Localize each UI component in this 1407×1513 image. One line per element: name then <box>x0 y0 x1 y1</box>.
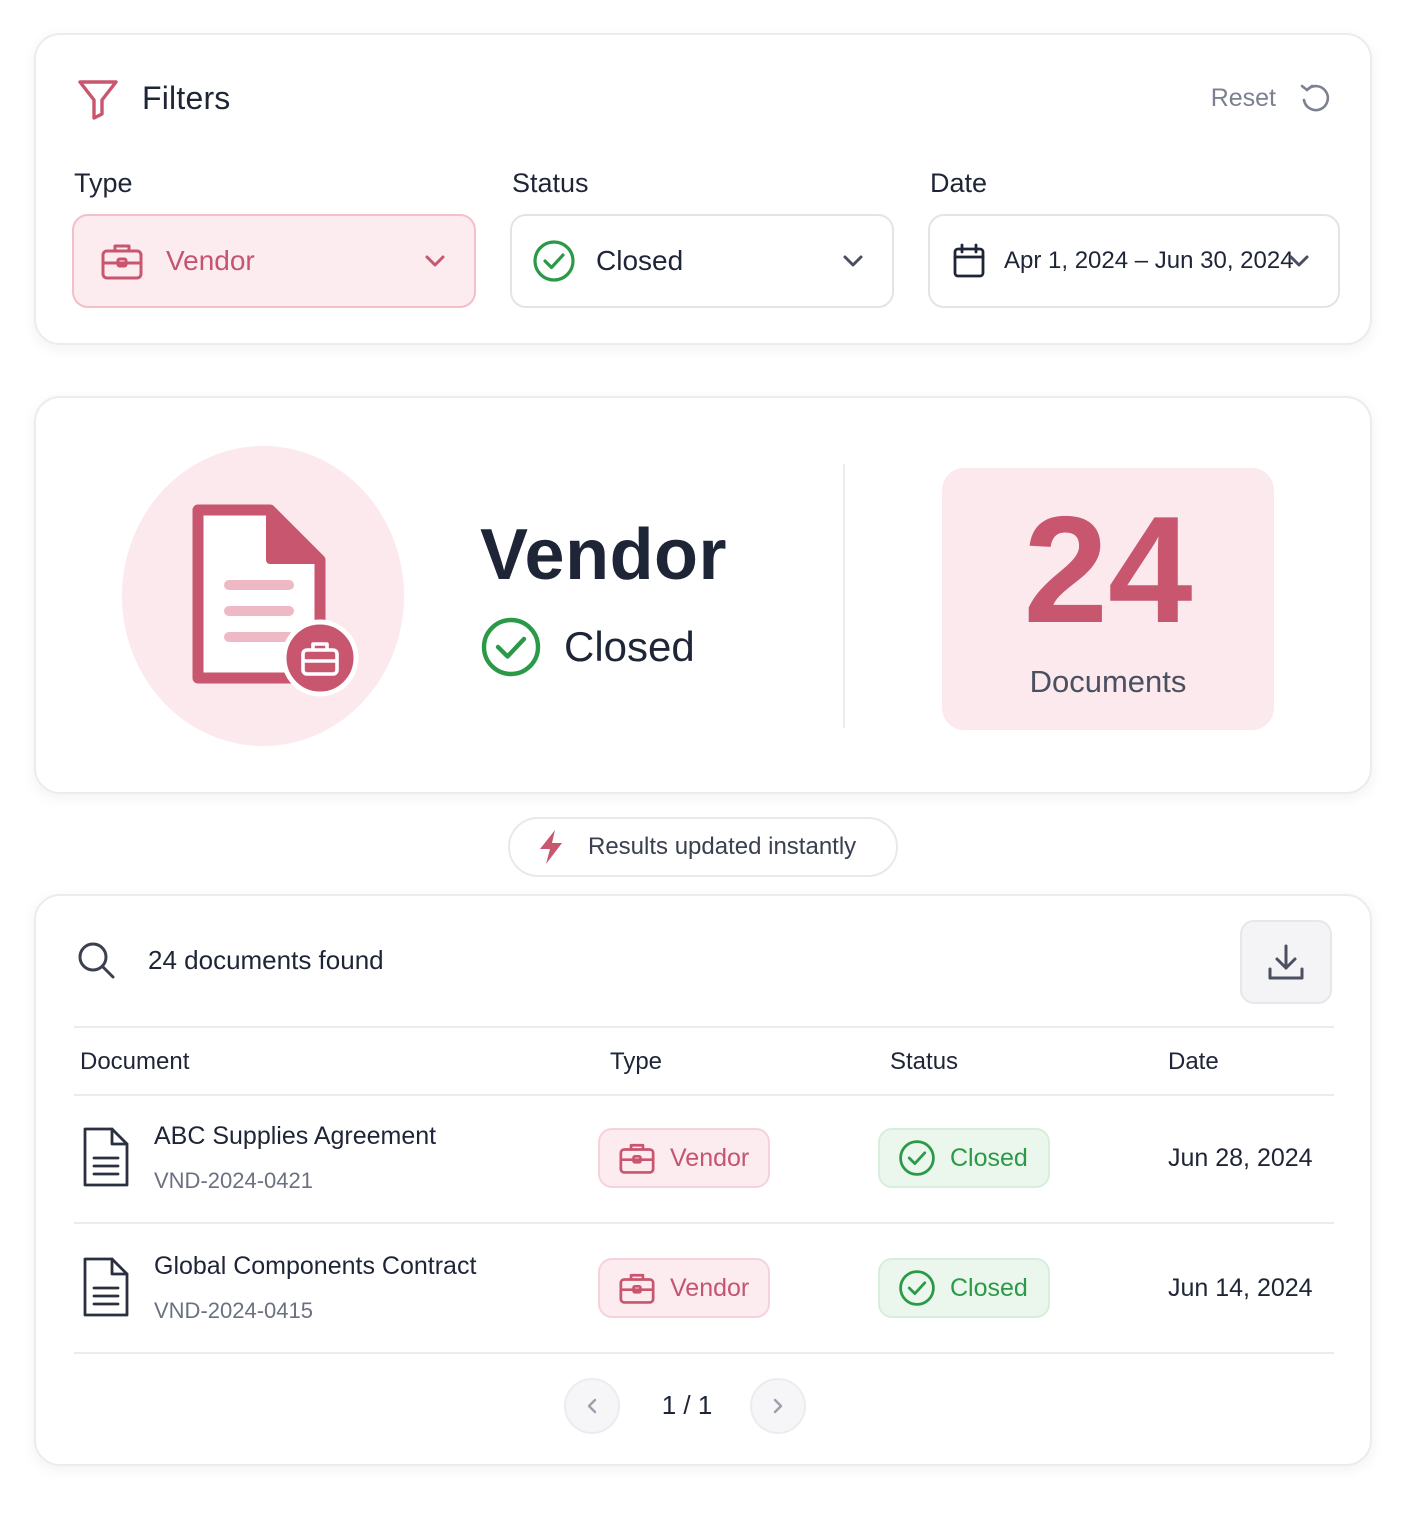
reset-label: Reset <box>1210 83 1276 112</box>
summary-type-title: Vendor <box>480 515 728 595</box>
chevron-down-icon <box>840 248 866 274</box>
summary-panel: Vendor Closed 24 Documents <box>34 396 1372 794</box>
table-row[interactable]: Global Components Contract VND-2024-0415… <box>74 1226 1334 1354</box>
reset-icon <box>1298 80 1334 116</box>
page-indicator: 1 / 1 <box>661 1390 713 1420</box>
results-count: 24 documents found <box>148 944 384 975</box>
document-name[interactable]: ABC Supplies Agreement <box>154 1122 436 1151</box>
check-circle-icon <box>480 616 542 678</box>
check-circle-icon <box>898 1269 936 1307</box>
notice-text: Results updated instantly <box>588 833 857 860</box>
column-header-type: Type <box>610 1048 663 1075</box>
results-header: 24 documents found <box>76 940 384 980</box>
column-header-date: Date <box>1168 1048 1219 1075</box>
type-badge: Vendor <box>598 1258 770 1318</box>
document-count-label: Documents <box>1029 664 1187 699</box>
next-page-button[interactable] <box>750 1378 806 1434</box>
document-briefcase-icon <box>186 502 366 702</box>
divider <box>74 1352 1334 1354</box>
status-badge: Closed <box>878 1128 1050 1188</box>
document-icon <box>82 1126 130 1188</box>
download-button[interactable] <box>1240 920 1332 1004</box>
status-filter-label: Status <box>512 168 589 198</box>
date-range-select[interactable]: Apr 1, 2024 – Jun 30, 2024 <box>928 214 1340 308</box>
filters-header: Filters Reset <box>76 73 1334 123</box>
document-id: VND-2024-0421 <box>154 1168 313 1193</box>
status-select[interactable]: Closed <box>510 214 894 308</box>
document-name[interactable]: Global Components Contract <box>154 1252 476 1281</box>
search-icon <box>76 940 116 980</box>
filters-title: Filters <box>142 79 231 116</box>
funnel-icon <box>76 76 120 120</box>
briefcase-icon <box>618 1141 656 1175</box>
date-select-value: Apr 1, 2024 – Jun 30, 2024 <box>1004 247 1294 274</box>
briefcase-icon <box>618 1271 656 1305</box>
status-badge-label: Closed <box>950 1143 1028 1172</box>
reset-button[interactable]: Reset <box>1211 80 1334 116</box>
document-date: Jun 14, 2024 <box>1168 1274 1313 1302</box>
type-select-value: Vendor <box>166 245 255 276</box>
previous-page-button[interactable] <box>564 1378 620 1434</box>
document-icon <box>82 1256 130 1318</box>
type-badge: Vendor <box>598 1128 770 1188</box>
briefcase-icon <box>100 241 144 281</box>
type-badge-label: Vendor <box>670 1143 750 1172</box>
pagination: 1 / 1 <box>36 1378 1370 1438</box>
column-header-status: Status <box>890 1048 959 1075</box>
document-count-box: 24 Documents <box>942 468 1274 730</box>
chevron-left-icon <box>582 1396 602 1416</box>
summary-status-text: Closed <box>564 623 695 670</box>
calendar-icon <box>952 243 986 279</box>
chevron-down-icon <box>1286 248 1312 274</box>
document-id: VND-2024-0415 <box>154 1298 313 1323</box>
table-row[interactable]: ABC Supplies Agreement VND-2024-0421 Ven… <box>74 1096 1334 1224</box>
document-date: Jun 28, 2024 <box>1168 1144 1313 1172</box>
check-circle-icon <box>898 1139 936 1177</box>
divider <box>74 1026 1334 1028</box>
status-select-value: Closed <box>596 245 684 276</box>
status-badge-label: Closed <box>950 1273 1028 1302</box>
chevron-down-icon <box>422 248 448 274</box>
date-filter-label: Date <box>930 168 988 198</box>
divider <box>843 464 845 728</box>
lightning-icon <box>536 829 566 865</box>
status-badge: Closed <box>878 1258 1050 1318</box>
filters-panel: Filters Reset Type Status Date Vendor Cl… <box>34 33 1372 345</box>
check-circle-icon <box>532 239 576 283</box>
chevron-right-icon <box>768 1396 788 1416</box>
results-updated-notice: Results updated instantly <box>508 817 898 877</box>
download-icon <box>1266 942 1306 982</box>
column-header-document: Document <box>80 1048 190 1075</box>
results-panel: 24 documents found Document Type Status … <box>34 894 1372 1466</box>
type-badge-label: Vendor <box>670 1273 750 1302</box>
type-filter-label: Type <box>74 168 133 198</box>
summary-status: Closed <box>480 616 695 678</box>
type-select[interactable]: Vendor <box>72 214 476 308</box>
divider <box>74 1222 1334 1224</box>
document-count: 24 <box>1023 485 1193 655</box>
